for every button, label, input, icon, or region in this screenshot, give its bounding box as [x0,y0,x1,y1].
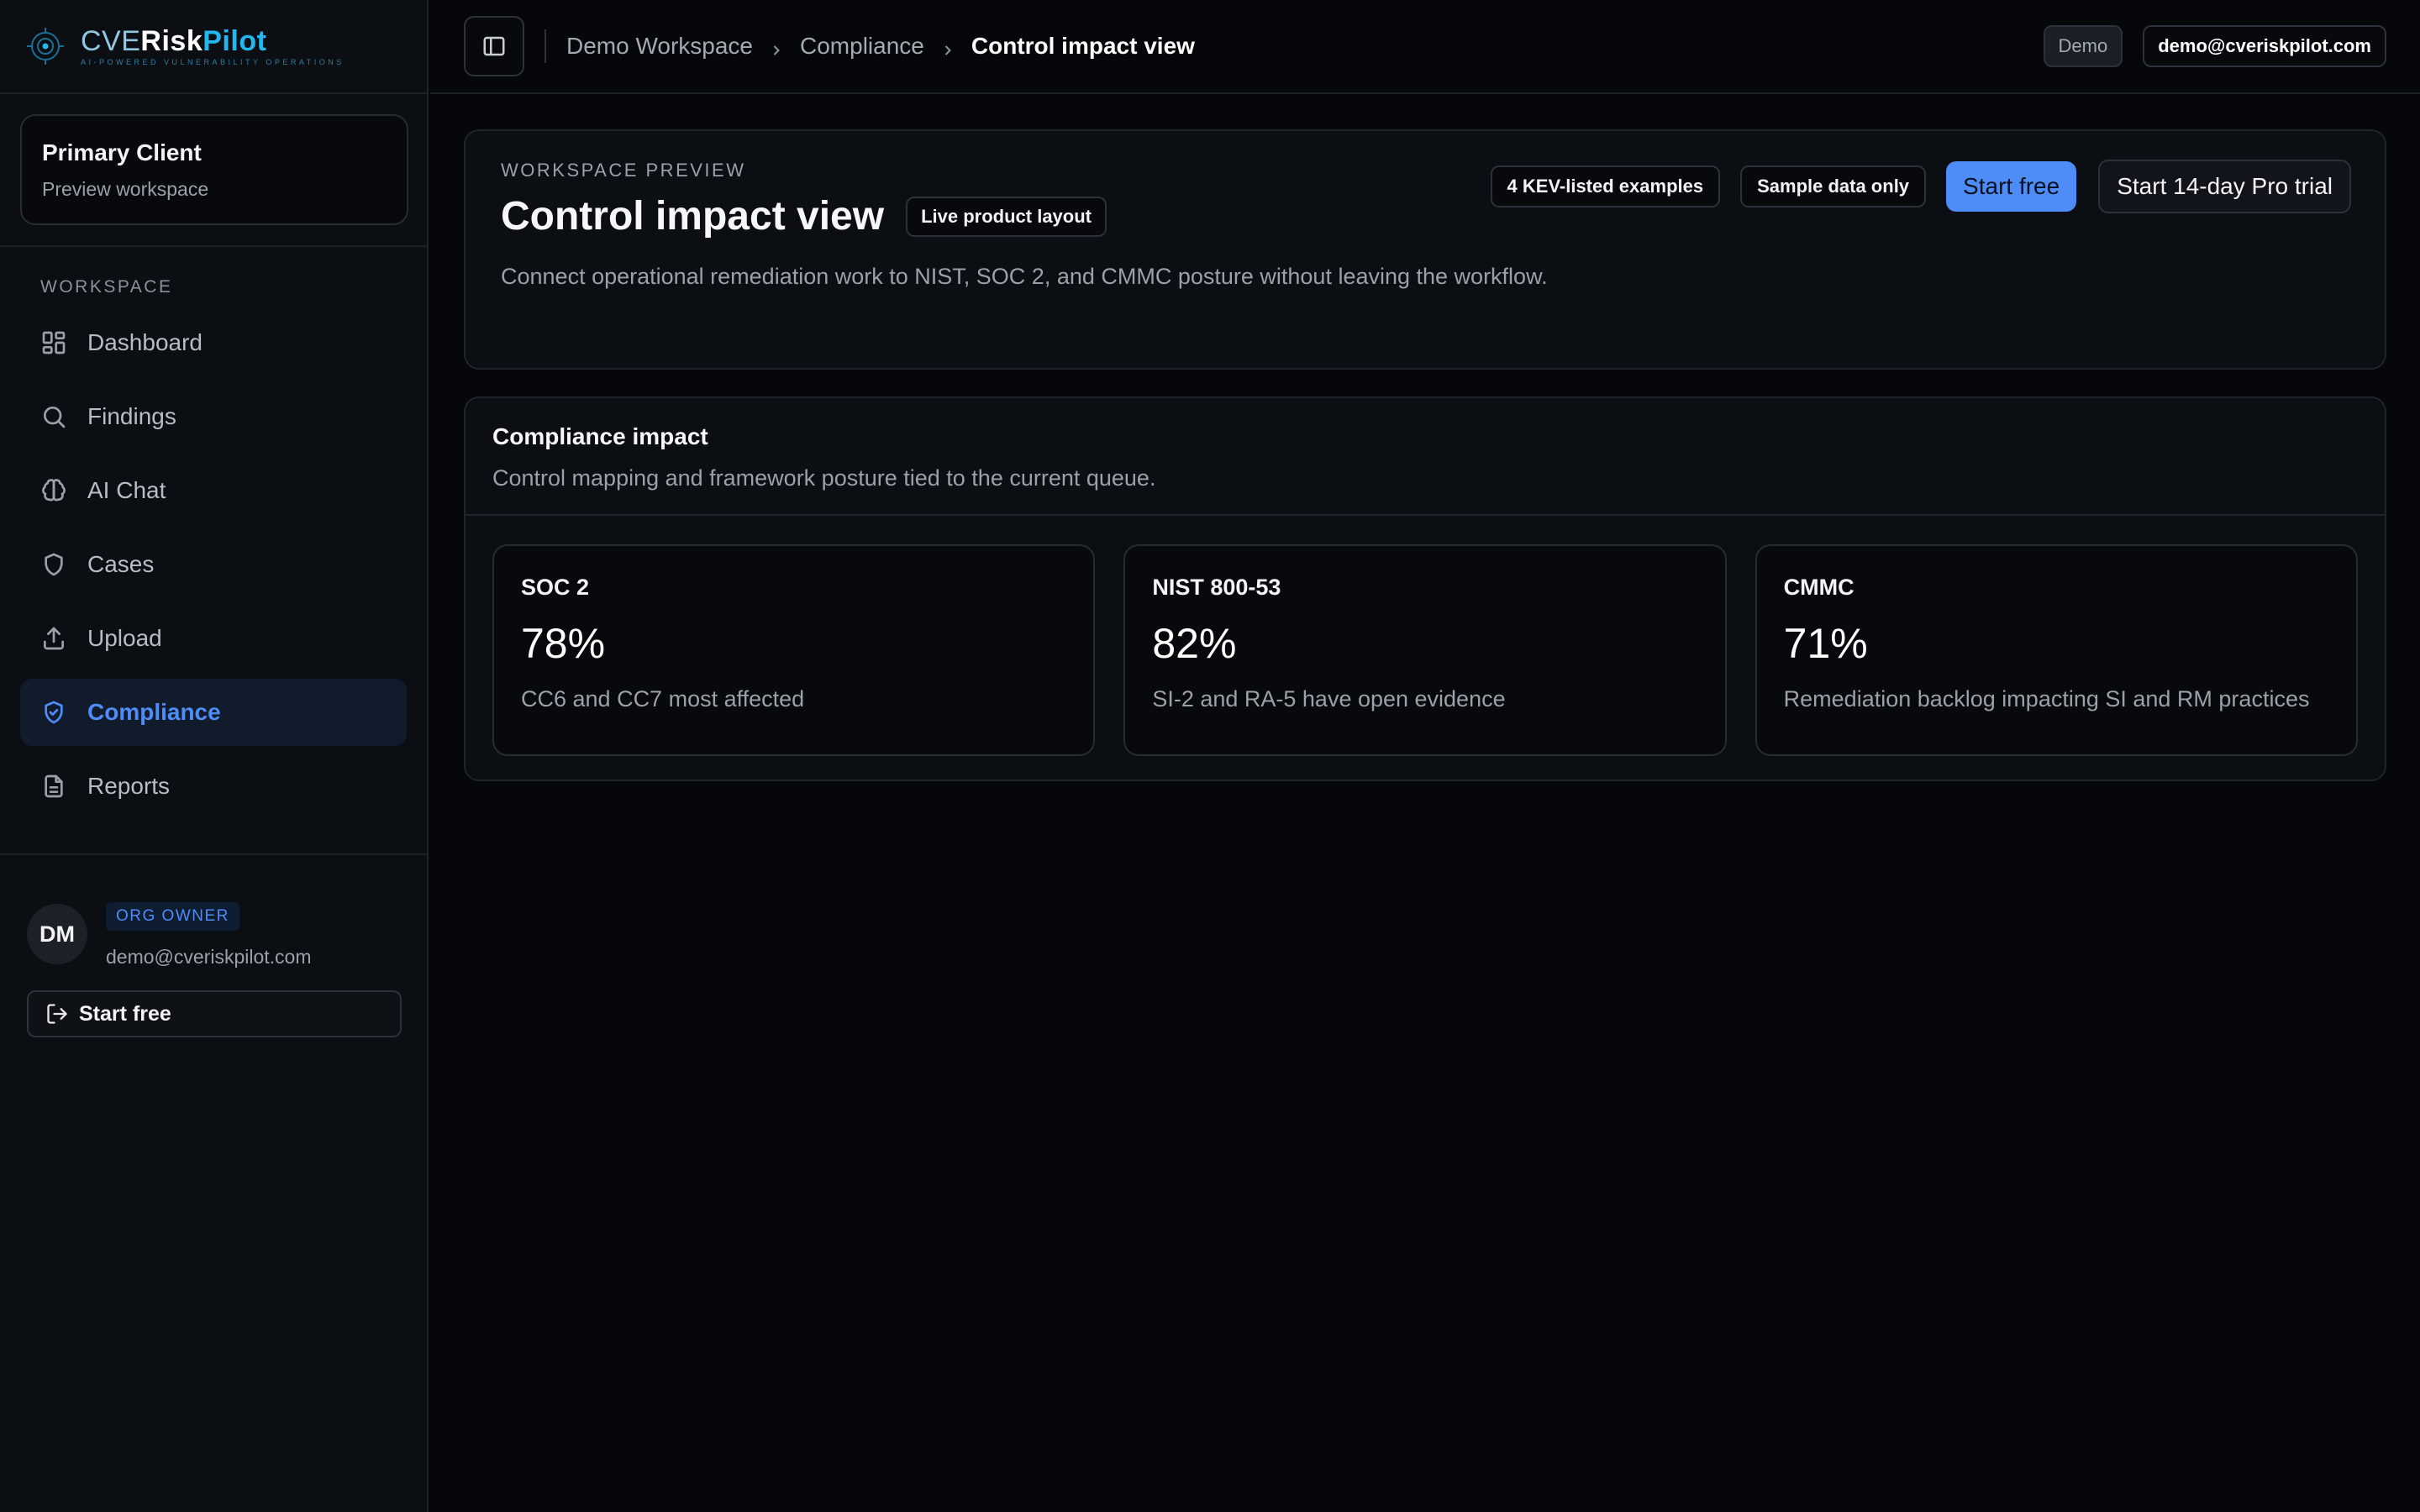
sidebar-item-dashboard[interactable]: Dashboard [20,309,407,376]
client-subtitle: Preview workspace [42,178,209,200]
top-bar-actions: Demo demo@cveriskpilot.com [2043,25,2386,67]
sample-data-chip: Sample data only [1740,165,1927,207]
sidebar-item-label: Findings [87,403,176,429]
sidebar-item-label: Upload [87,625,162,651]
brand-name: CVERiskPilot [81,26,345,56]
search-icon [40,403,67,430]
compliance-impact-header: Compliance impact Control mapping and fr… [466,398,2385,516]
page-title: Control impact view [501,194,885,239]
target-logo-icon [27,28,64,65]
framework-cards: SOC 2 78% CC6 and CC7 most affected NIST… [466,516,2385,785]
framework-card-nist[interactable]: NIST 800-53 82% SI-2 and RA-5 have open … [1123,544,1727,756]
section-title: Compliance impact [492,423,708,449]
sidebar-item-cases[interactable]: Cases [20,531,407,598]
chevron-right-icon [939,38,956,55]
demo-badge: Demo [2043,25,2123,67]
sidebar-item-label: AI Chat [87,477,166,503]
framework-score: 71% [1783,620,1868,667]
client-switcher-area: Primary Client Preview workspace [0,94,427,247]
user-info: ORG OWNER demo@cveriskpilot.com [106,889,311,969]
chevron-right-icon [768,38,785,55]
breadcrumb-workspace[interactable]: Demo Workspace [566,33,753,60]
upload-icon [40,625,67,652]
role-badge: ORG OWNER [106,902,239,931]
brand-name-cve: CVE [81,25,141,57]
shield-check-icon [40,699,67,726]
sidebar-item-reports[interactable]: Reports [20,753,407,820]
start-trial-button[interactable]: Start 14-day Pro trial [2098,160,2351,213]
framework-name: SOC 2 [521,575,590,600]
shield-icon [40,551,67,578]
framework-score: 78% [521,620,606,667]
breadcrumb-compliance[interactable]: Compliance [800,33,924,60]
user-row: DM ORG OWNER demo@cveriskpilot.com [27,889,400,969]
sidebar-item-upload[interactable]: Upload [20,605,407,672]
framework-note: CC6 and CC7 most affected [521,686,805,711]
page-description: Connect operational remediation work to … [501,264,1548,289]
hero-actions: 4 KEV-listed examples Sample data only S… [1490,160,2351,213]
avatar[interactable]: DM [27,904,87,964]
document-icon [40,773,67,800]
sidebar-nav: WORKSPACE Dashboard Findings AI Chat Cas… [0,247,427,855]
brain-icon [40,477,67,504]
sidebar-item-compliance[interactable]: Compliance [20,679,407,746]
nav-section-heading: WORKSPACE [40,277,173,297]
framework-score: 82% [1152,620,1237,667]
workspace-preview-panel: WORKSPACE PREVIEW Control impact view Li… [464,129,2386,370]
brand-wordmark: CVERiskPilot AI-POWERED VULNERABILITY OP… [81,26,345,66]
brand-header[interactable]: CVERiskPilot AI-POWERED VULNERABILITY OP… [0,0,427,94]
brand-name-risk: Risk [140,25,203,57]
sidebar-item-label: Compliance [87,699,221,725]
sidebar-item-label: Reports [87,773,171,799]
sidebar-toggle-button[interactable] [464,16,524,76]
sidebar-item-ai-chat[interactable]: AI Chat [20,457,407,524]
client-switcher[interactable]: Primary Client Preview workspace [20,114,408,225]
client-name: Primary Client [42,139,202,165]
compliance-impact-panel: Compliance impact Control mapping and fr… [464,396,2386,781]
sidebar-item-label: Cases [87,551,155,577]
sidebar-item-findings[interactable]: Findings [20,383,407,450]
app-root: CVERiskPilot AI-POWERED VULNERABILITY OP… [0,0,2420,1512]
brand-tagline: AI-POWERED VULNERABILITY OPERATIONS [81,58,345,66]
grid-icon [40,329,67,356]
account-button[interactable]: demo@cveriskpilot.com [2143,25,2386,67]
framework-card-soc2[interactable]: SOC 2 78% CC6 and CC7 most affected [492,544,1096,756]
breadcrumb-current: Control impact view [971,33,1195,59]
top-bar: Demo Workspace Compliance Control impact… [430,0,2420,94]
framework-card-cmmc[interactable]: CMMC 71% Remediation backlog impacting S… [1754,544,2358,756]
sidebar: CVERiskPilot AI-POWERED VULNERABILITY OP… [0,0,429,1512]
user-email: demo@cveriskpilot.com [106,946,312,968]
section-subtitle: Control mapping and framework posture ti… [492,465,1156,491]
framework-note: SI-2 and RA-5 have open evidence [1152,686,1506,711]
sidebar-item-label: Dashboard [87,329,203,355]
user-panel: DM ORG OWNER demo@cveriskpilot.com Start… [0,855,427,1071]
framework-name: CMMC [1783,575,1854,600]
brand-name-pilot: Pilot [203,25,267,57]
toolbar-divider [544,29,546,63]
framework-note: Remediation backlog impacting SI and RM … [1783,686,2310,711]
start-free-button[interactable]: Start free [1946,161,2077,212]
sidebar-toggle-icon [483,36,505,56]
sign-out-icon [47,1004,67,1024]
start-free-sidebar-button[interactable]: Start free [27,990,402,1037]
live-layout-badge: Live product layout [906,196,1107,237]
kev-examples-chip: 4 KEV-listed examples [1490,165,1721,207]
framework-name: NIST 800-53 [1152,575,1281,600]
breadcrumb: Demo Workspace Compliance Control impact… [566,33,1195,60]
start-free-sidebar-label: Start free [79,1001,171,1026]
